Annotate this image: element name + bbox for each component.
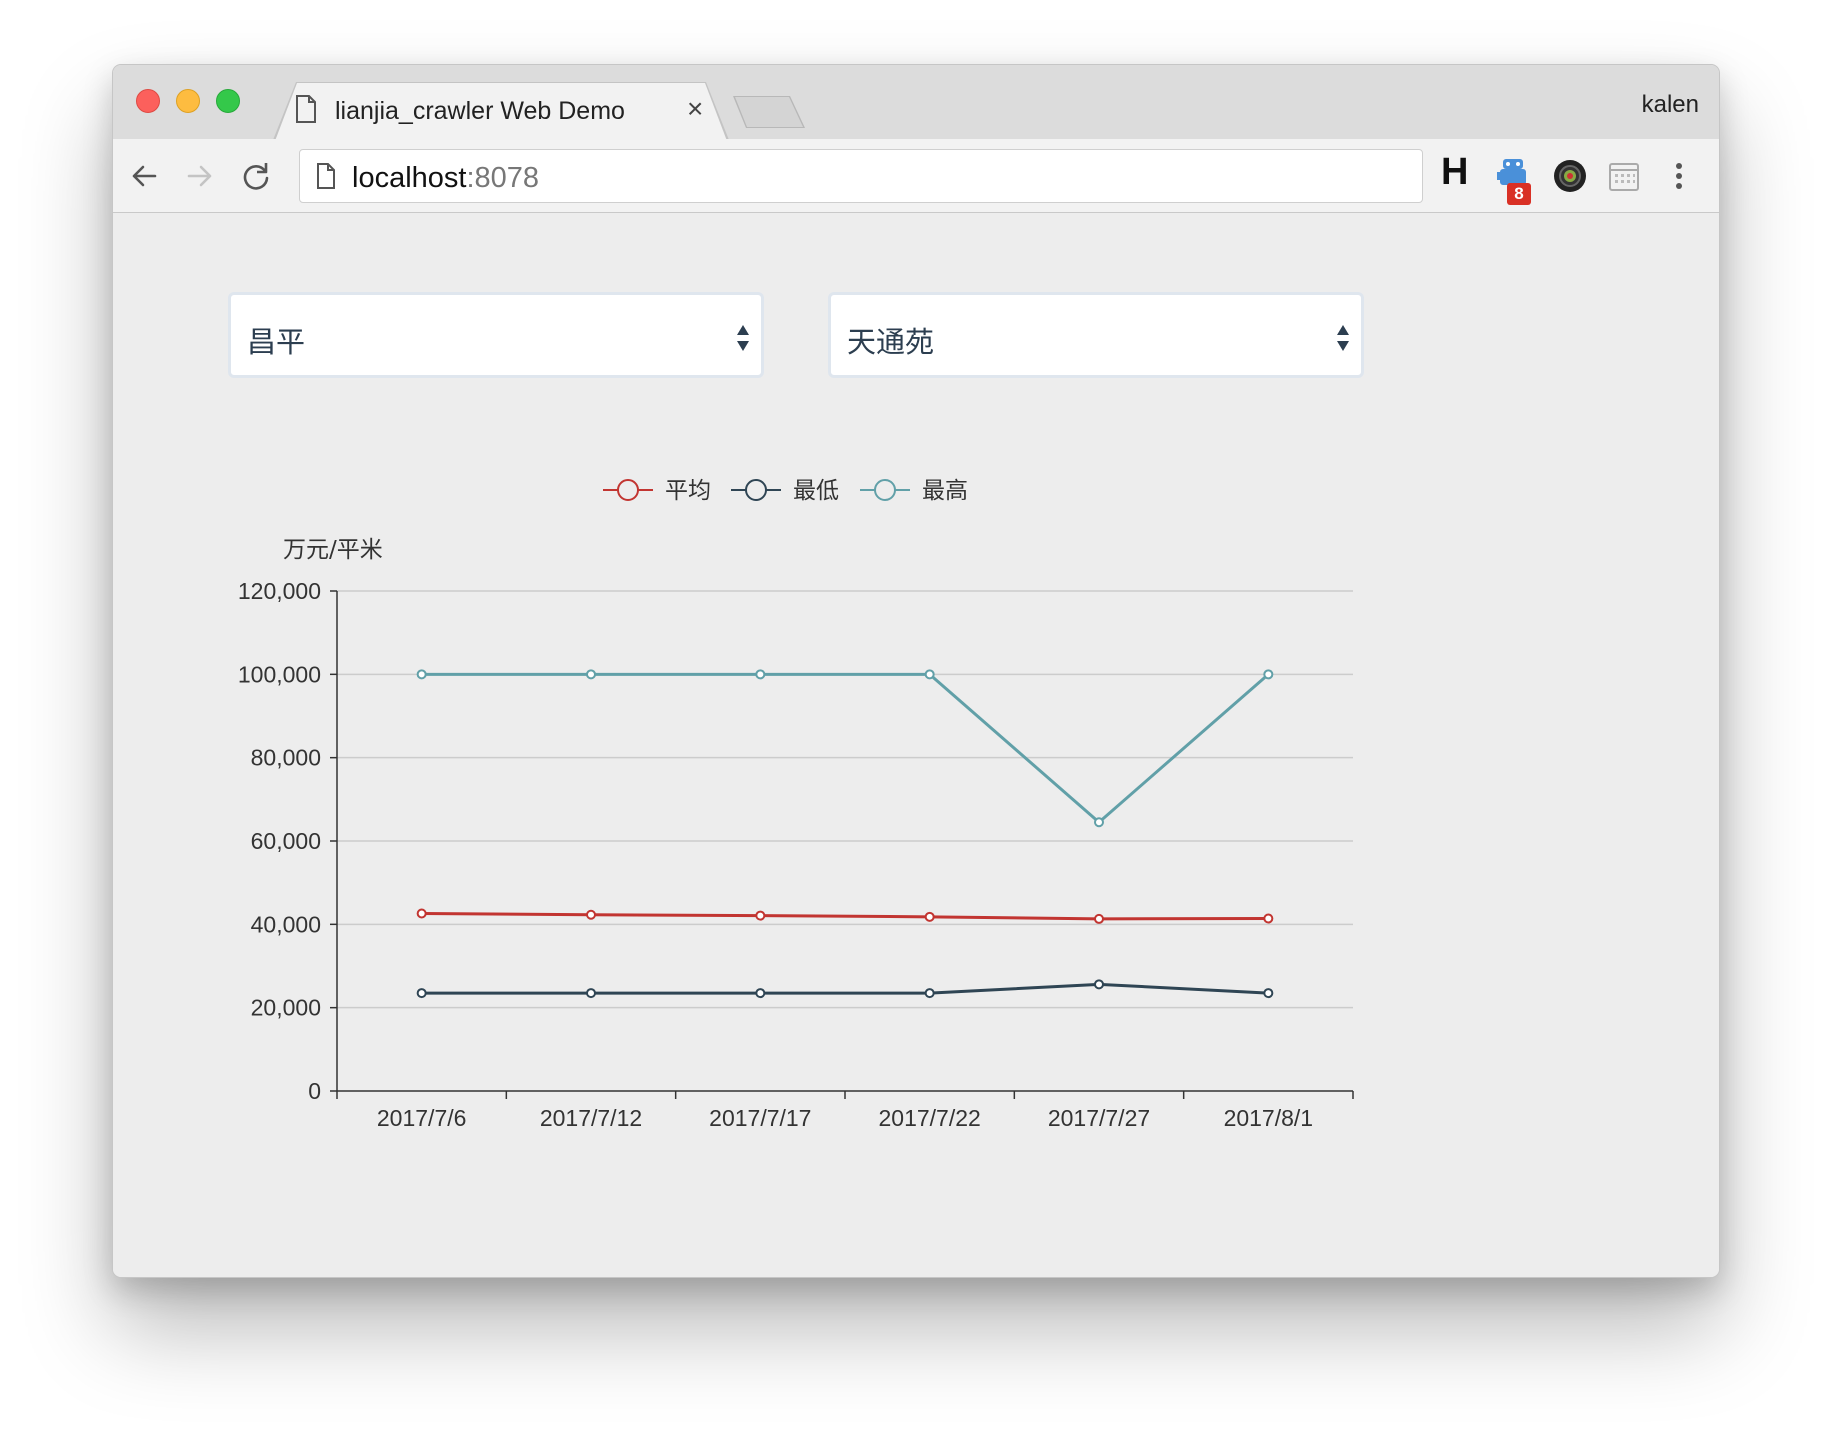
extension-calendar-icon[interactable]: [1607, 159, 1641, 193]
window-minimize-button[interactable]: [176, 89, 200, 113]
window-close-button[interactable]: [136, 89, 160, 113]
legend-label: 最高: [922, 478, 968, 504]
legend-label: 最低: [793, 478, 839, 504]
x-tick-label: 2017/7/27: [1048, 1105, 1150, 1131]
url-host: localhost: [352, 162, 467, 194]
page-icon: [296, 95, 316, 123]
data-point: [1263, 988, 1274, 999]
series-最低: [416, 979, 1274, 999]
legend-marker: [874, 479, 896, 501]
y-axis-unit-label: 万元/平米: [283, 537, 383, 563]
extension-badge: 8: [1507, 183, 1531, 205]
chart-axes: 0 20,000 40,000 60,000 80,000 100,000 120,000 2…: [238, 578, 1354, 1131]
data-point: [586, 988, 596, 999]
data-point: [924, 988, 935, 999]
tab-close-icon[interactable]: ×: [687, 95, 703, 123]
legend-item: 最高: [860, 478, 968, 504]
series-最高: [416, 669, 1274, 828]
price-line-chart: 平均 最低 最高 万元/平米 0 20,000 40,000 60,000 80,000 10…: [238, 478, 1354, 1131]
data-point: [1263, 669, 1274, 680]
series-line: [421, 672, 1270, 825]
y-tick-label: 40,000: [251, 911, 321, 937]
data-point: [755, 910, 766, 921]
x-tick-label: 2017/7/17: [709, 1105, 811, 1131]
data-point: [1094, 817, 1104, 828]
legend-marker: [617, 479, 639, 501]
chart-legend: 平均 最低 最高: [603, 478, 968, 504]
x-tick-label: 2017/7/22: [879, 1105, 981, 1131]
browser-toolbar: localhost:8078 H 8: [113, 139, 1719, 213]
x-tick-label: 2017/7/12: [540, 1105, 642, 1131]
y-tick-label: 60,000: [251, 828, 321, 854]
series-line: [421, 912, 1269, 921]
new-tab-button[interactable]: [735, 97, 803, 127]
data-point: [586, 669, 596, 680]
series-平均: [416, 908, 1274, 924]
chart-series: [416, 669, 1274, 999]
y-tick-label: 120,000: [238, 578, 321, 604]
data-point: [755, 988, 766, 999]
url-text[interactable]: localhost:8078: [352, 162, 539, 195]
data-point: [1094, 913, 1104, 924]
reload-icon[interactable]: [239, 159, 273, 193]
extension-camera-icon[interactable]: [1553, 159, 1587, 193]
tab-strip: lianjia_crawler Web Demo × kalen: [113, 65, 1719, 141]
x-tick-label: 2017/8/1: [1224, 1105, 1314, 1131]
data-point: [924, 669, 935, 680]
legend-marker: [745, 479, 767, 501]
back-icon[interactable]: [127, 159, 161, 193]
data-point: [1094, 979, 1104, 990]
y-tick-label: 100,000: [238, 661, 321, 687]
data-point: [755, 669, 766, 680]
data-point: [416, 988, 427, 999]
address-bar[interactable]: localhost:8078: [299, 149, 1423, 203]
y-tick-label: 20,000: [251, 995, 321, 1021]
page-info-icon[interactable]: [316, 163, 336, 189]
profile-name[interactable]: kalen: [1642, 91, 1699, 119]
data-point: [416, 908, 427, 919]
page-content: 昌平 天通苑 平均 最低 最高 万元/平米 0 20,000 40,000 60,000 8…: [113, 214, 1719, 1277]
forward-icon[interactable]: [183, 159, 217, 193]
x-tick-label: 2017/7/6: [377, 1105, 467, 1131]
data-point: [416, 669, 427, 680]
legend-item: 最低: [731, 478, 839, 504]
data-point: [924, 911, 935, 922]
browser-window: lianjia_crawler Web Demo × kalen localho…: [112, 64, 1720, 1278]
y-tick-label: 0: [308, 1078, 321, 1104]
data-point: [586, 909, 596, 920]
legend-label: 平均: [665, 478, 711, 504]
window-maximize-button[interactable]: [216, 89, 240, 113]
chart-grid: [337, 590, 1353, 1009]
data-point: [1263, 913, 1274, 924]
url-port: :8078: [466, 162, 540, 194]
series-line: [421, 982, 1269, 995]
extension-h-icon[interactable]: H: [1441, 151, 1468, 194]
legend-item: 平均: [603, 478, 711, 504]
y-tick-label: 80,000: [251, 745, 321, 771]
tab-title[interactable]: lianjia_crawler Web Demo: [335, 97, 625, 126]
browser-menu-icon[interactable]: [1671, 159, 1687, 193]
